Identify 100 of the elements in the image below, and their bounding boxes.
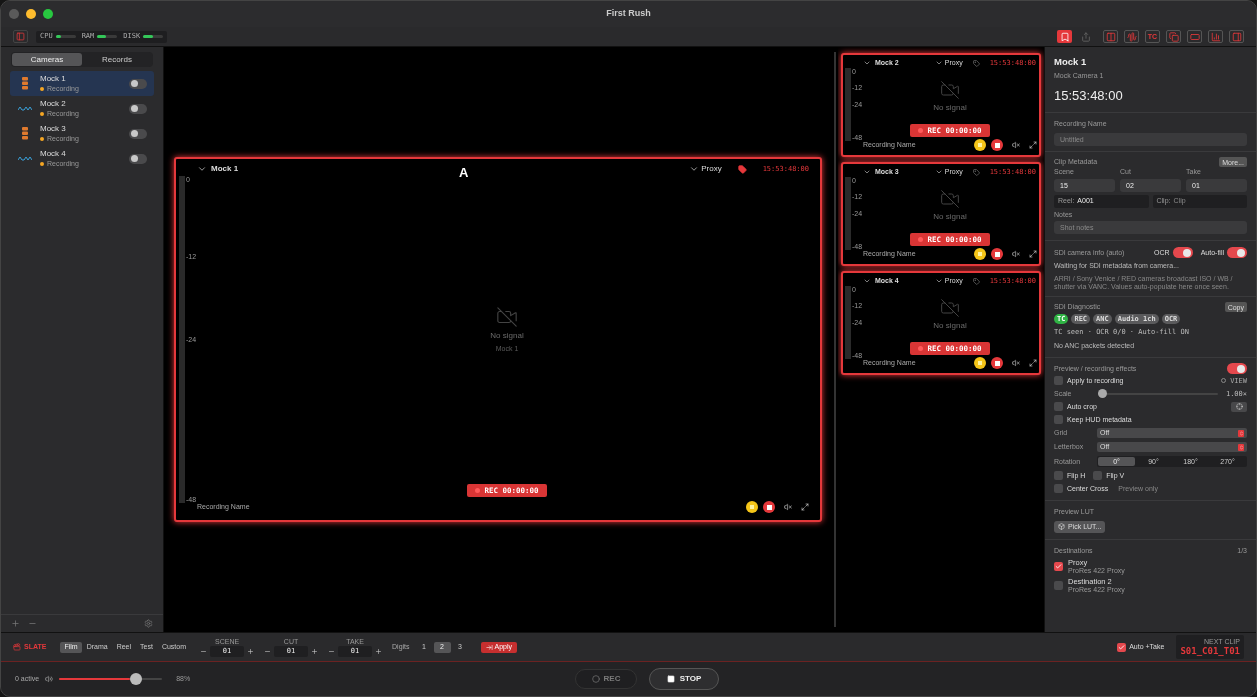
expand-icon[interactable] [1029,250,1037,258]
checkbox[interactable] [1054,415,1063,425]
tag-icon[interactable] [737,164,747,174]
toggle-switch[interactable] [1172,247,1193,259]
checkbox[interactable] [1054,484,1063,494]
increment-icon[interactable] [247,647,255,655]
no-signal-text: No signal [490,329,524,342]
up-down-icon [1238,444,1244,450]
stop-icon [666,675,675,683]
expand-icon[interactable] [1029,359,1037,367]
chevron-down-icon[interactable] [863,59,871,67]
checkbox[interactable] [1054,562,1063,572]
columns-icon [1105,31,1116,42]
camera-letter: A [458,165,469,179]
camera-name: Mock 3 [40,124,67,134]
mute-icon[interactable] [1012,141,1020,149]
mute-icon[interactable] [1012,359,1020,367]
no-video-icon [940,188,960,209]
chevron-down-icon [689,164,700,174]
wave-logo-icon [18,156,32,161]
scale-slider[interactable] [1098,389,1218,399]
camera-name: Mock 2 [40,99,67,109]
pause-button[interactable] [746,501,758,513]
copy-icon [1168,31,1179,42]
cube-icon [1058,523,1065,531]
waveform-icon [1126,31,1137,42]
bookmark-icon [1059,31,1070,42]
checkbox[interactable] [1054,581,1063,591]
output-dropdown[interactable]: Proxy [689,163,722,175]
chevron-down-icon[interactable] [863,277,871,285]
no-video-icon [496,305,518,328]
zoom-window-button[interactable] [43,9,53,19]
stacked-blocks-icon [22,77,28,90]
sidebar-icon [16,32,25,41]
toggle-switch[interactable] [129,153,147,164]
chevron-down-icon [934,277,943,285]
auto-crop-button[interactable] [1231,401,1247,412]
up-down-icon [1238,430,1244,436]
chevron-down-icon[interactable] [863,168,871,176]
no-signal-text: No signal [933,101,967,114]
stop-button[interactable]: STOP [649,668,719,690]
toggle-switch[interactable] [1227,363,1247,375]
pause-button[interactable] [974,248,986,260]
toolbar-button[interactable] [1057,30,1072,43]
mute-icon[interactable] [1012,250,1020,258]
wave-logo-icon [18,106,32,111]
no-signal-text: No signal [933,210,967,223]
stop-button[interactable] [763,501,775,513]
window-title: First Rush [606,7,651,21]
clapperboard-icon [13,643,21,651]
no-signal-text: No signal [933,319,967,332]
checkbox[interactable] [1054,471,1063,481]
increment-icon[interactable] [375,647,383,655]
increment-icon[interactable] [311,647,319,655]
stop-button[interactable] [991,357,1003,369]
chevron-down-icon [934,59,943,67]
toolbar-button[interactable] [1124,30,1139,43]
toolbar-button[interactable] [1229,30,1244,43]
slider-thumb[interactable] [130,673,143,685]
add-icon[interactable] [11,619,20,628]
stop-button[interactable] [991,139,1003,151]
no-video-icon [940,297,960,318]
checkbox[interactable] [1054,376,1063,386]
stacked-blocks-icon [22,127,28,140]
volume-icon[interactable] [45,675,54,683]
toggle-switch[interactable] [1227,247,1247,259]
pause-button[interactable] [974,139,986,151]
checkbox[interactable] [1054,402,1063,412]
checkbox[interactable] [1117,642,1127,652]
next-clip-value: S01_C01_T01 [1180,645,1240,657]
toolbar-button[interactable] [1208,30,1223,43]
sidebar-tab[interactable]: Records [82,53,152,66]
inspector-title: Mock 1 [1054,55,1088,69]
toolbar-button[interactable] [1166,30,1181,43]
expand-icon[interactable] [1029,141,1037,149]
arrow-to-line-icon [485,643,493,651]
share-icon [1080,31,1091,42]
settings-icon[interactable] [144,619,153,628]
toggle-switch[interactable] [129,103,147,114]
toggle-switch[interactable] [129,78,147,89]
bar-chart-icon [1210,31,1221,42]
chevron-down-icon[interactable] [197,164,207,174]
volume-slider[interactable] [59,673,163,685]
expand-icon[interactable] [801,503,809,511]
checkbox[interactable] [1093,471,1103,481]
minimize-window-button[interactable] [26,9,36,19]
sidebar-toggle-button[interactable] [13,30,28,43]
slider-thumb[interactable] [1098,389,1107,399]
toolbar-button[interactable] [1103,30,1118,43]
camera-name: Mock 1 [40,74,67,84]
camera-name: Mock 4 [40,149,67,159]
pause-button[interactable] [974,357,986,369]
stop-button[interactable] [991,248,1003,260]
no-video-icon [940,79,960,100]
toolbar-button[interactable] [1187,30,1202,43]
mute-icon[interactable] [784,503,792,511]
toggle-switch[interactable] [129,128,147,139]
sidebar-tab[interactable]: Cameras [12,53,82,66]
frame-icon [1189,31,1200,42]
inspector-timecode: 15:53:48:00 [1054,86,1124,105]
